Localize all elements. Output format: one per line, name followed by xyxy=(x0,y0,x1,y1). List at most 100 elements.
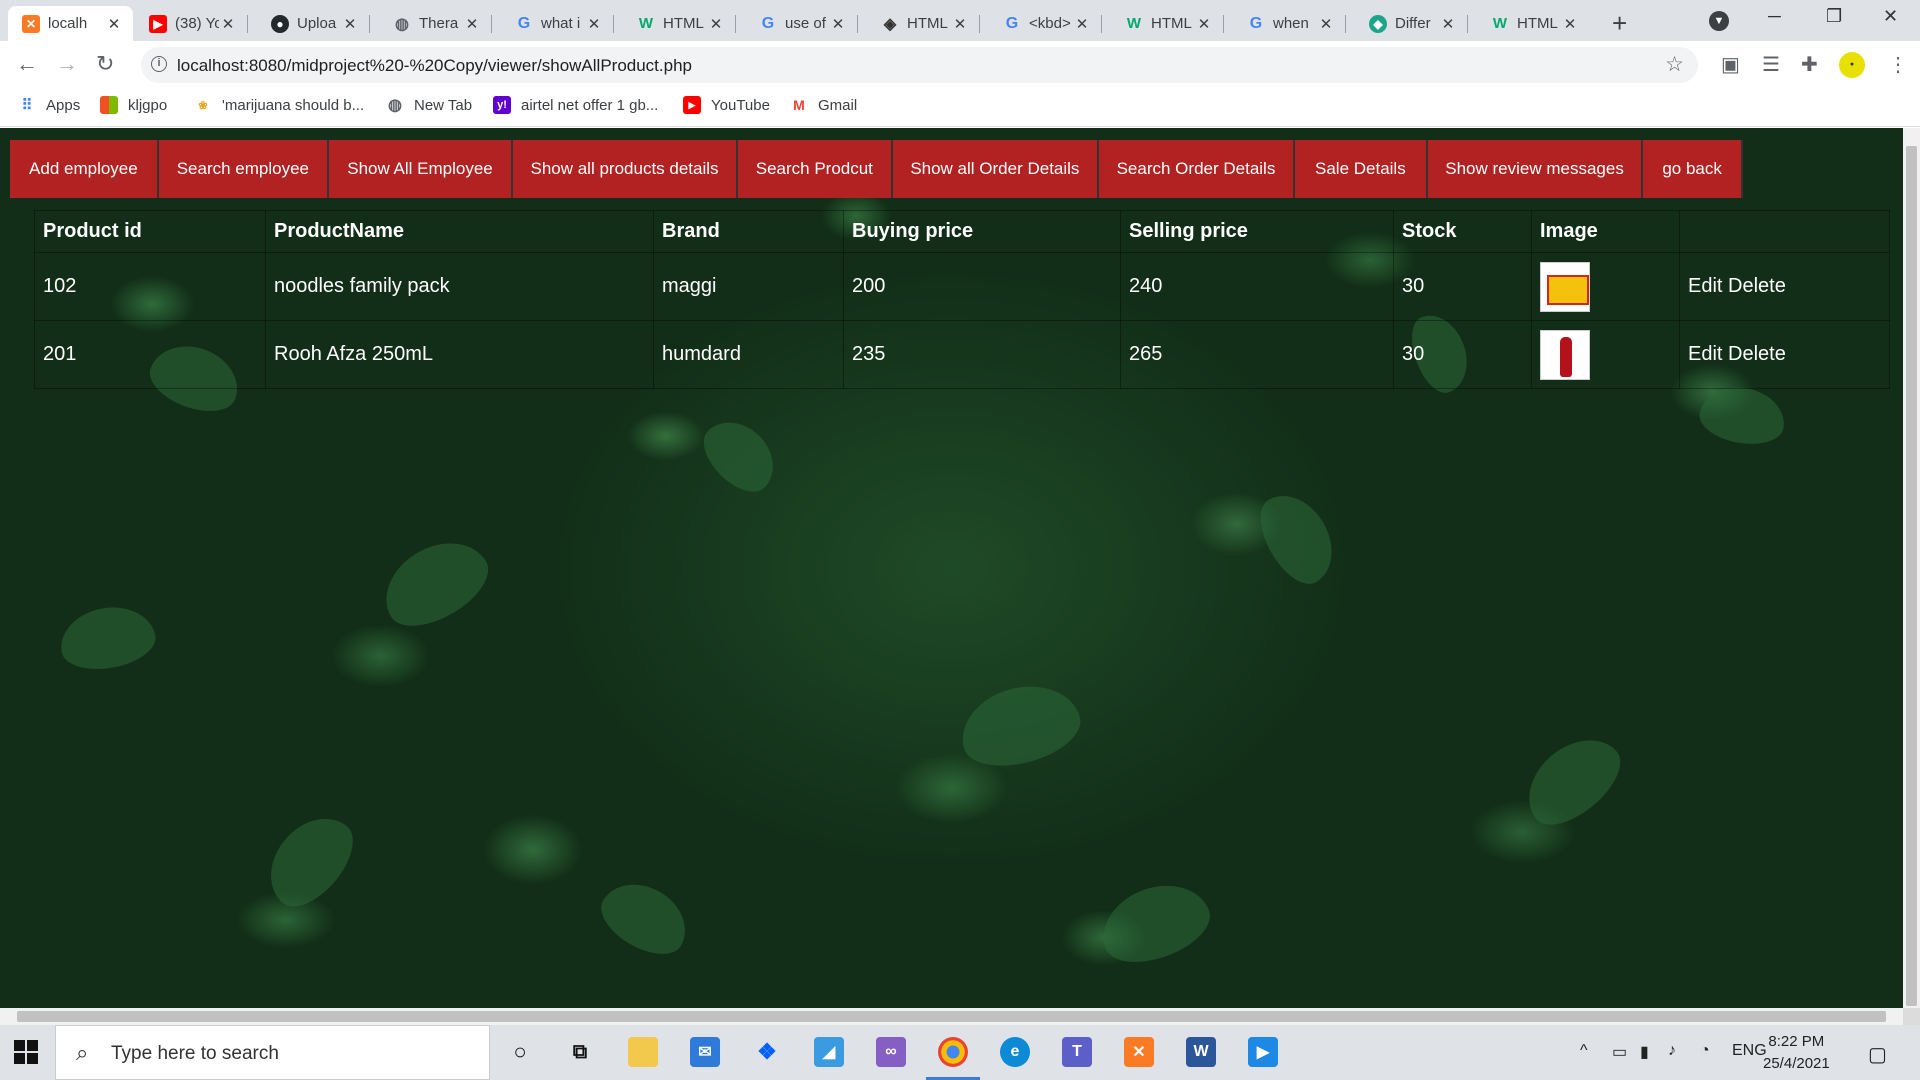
browser-tab[interactable]: ● Uploa ✕ xyxy=(257,6,370,41)
browser-tab[interactable]: W HTML ✕ xyxy=(623,6,736,41)
nav-search-order-details[interactable]: Search Order Details xyxy=(1099,140,1295,198)
window-close-icon[interactable]: ✕ xyxy=(1883,6,1898,27)
chrome-icon[interactable] xyxy=(938,1037,968,1067)
close-icon[interactable]: ✕ xyxy=(585,15,603,33)
close-icon[interactable]: ✕ xyxy=(105,15,123,33)
close-icon[interactable]: ✕ xyxy=(219,15,237,33)
restore-icon[interactable]: ❐ xyxy=(1826,6,1842,27)
globe-icon: ◍ xyxy=(388,97,402,114)
browser-tab[interactable]: ✕ localh ✕ xyxy=(8,6,133,41)
browser-tab[interactable]: G when ✕ xyxy=(1233,6,1346,41)
browser-tab[interactable]: ◍ Thera ✕ xyxy=(379,6,492,41)
bookmark-star-icon[interactable]: ☆ xyxy=(1665,52,1684,77)
close-icon[interactable]: ✕ xyxy=(951,15,969,33)
file-explorer-icon[interactable] xyxy=(628,1037,658,1067)
extension-f-icon[interactable]: ▣ xyxy=(1721,52,1740,77)
google-icon: G xyxy=(1249,14,1263,32)
bookmark-item[interactable]: ▶ YouTube xyxy=(683,96,770,114)
browser-tab[interactable]: W HTML ✕ xyxy=(1477,6,1589,41)
close-icon[interactable]: ✕ xyxy=(829,15,847,33)
back-arrow-icon[interactable]: ← xyxy=(16,51,38,77)
vertical-scrollbar[interactable] xyxy=(1903,128,1920,1008)
browser-tab[interactable]: G <kbd> ✕ xyxy=(989,6,1102,41)
media-player-icon[interactable]: ▶ xyxy=(1248,1037,1278,1067)
profile-avatar[interactable]: ● xyxy=(1839,52,1865,78)
extension-stack-icon[interactable]: ☰ xyxy=(1762,52,1780,77)
browser-tab[interactable]: ◈ HTML ✕ xyxy=(867,6,980,41)
site-info-icon[interactable]: i xyxy=(151,56,167,72)
forward-arrow-icon[interactable]: → xyxy=(56,51,78,77)
extensions-puzzle-icon[interactable]: ✚ xyxy=(1801,52,1818,77)
close-icon[interactable]: ✕ xyxy=(341,15,359,33)
windows-taskbar: ⌕ Type here to search ○ ⧉ ✉ ❖ ◢ ∞ e T ✕ … xyxy=(0,1025,1920,1080)
shield-icon: ◆ xyxy=(1369,14,1387,33)
edge-icon[interactable]: e xyxy=(1000,1037,1030,1067)
close-icon[interactable]: ✕ xyxy=(1317,15,1335,33)
nav-show-all-products[interactable]: Show all products details xyxy=(512,140,739,198)
nav-show-all-employee[interactable]: Show All Employee xyxy=(329,140,513,198)
address-bar[interactable]: i localhost:8080/midproject%20-%20Copy/v… xyxy=(141,47,1698,83)
bookmark-item[interactable]: ◍ New Tab xyxy=(386,96,472,115)
horizontal-scrollbar[interactable] xyxy=(0,1008,1903,1025)
browser-tab[interactable]: W HTML ✕ xyxy=(1111,6,1224,41)
browser-tab[interactable]: G use of ✕ xyxy=(745,6,858,41)
bookmark-item[interactable]: y! airtel net offer 1 gb... xyxy=(493,96,658,114)
bookmarks-bar: ⠿ Apps kljgpo ❀ 'marijuana should b... ◍… xyxy=(0,89,1920,127)
task-view-icon[interactable]: ⧉ xyxy=(565,1037,595,1067)
close-icon[interactable]: ✕ xyxy=(1439,15,1457,33)
mail-icon[interactable]: ✉ xyxy=(690,1037,720,1067)
close-icon[interactable]: ✕ xyxy=(707,15,725,33)
google-icon: G xyxy=(517,14,531,32)
close-icon[interactable]: ✕ xyxy=(463,15,481,33)
cell-brand: maggi xyxy=(653,252,844,321)
wifi-icon[interactable]: ◔ xyxy=(1700,1042,1710,1060)
volume-icon[interactable]: ♪ xyxy=(1668,1042,1676,1060)
clock[interactable]: 8:22 PM 25/4/2021 xyxy=(1763,1031,1830,1075)
browser-tab[interactable]: ▶ (38) Yo ✕ xyxy=(135,6,248,41)
cell-actions[interactable]: Edit Delete xyxy=(1679,320,1890,389)
nav-search-employee[interactable]: Search employee xyxy=(158,140,330,198)
close-icon[interactable]: ✕ xyxy=(1561,15,1579,33)
browser-menu-icon[interactable]: ⋮ xyxy=(1888,52,1908,77)
chevron-up-icon[interactable]: ^ xyxy=(1580,1042,1588,1060)
cell-product-name: noodles family pack xyxy=(265,252,654,321)
url-text[interactable]: localhost:8080/midproject%20-%20Copy/vie… xyxy=(177,56,692,76)
reload-icon[interactable]: ↻ xyxy=(96,51,114,77)
word-icon[interactable]: W xyxy=(1186,1037,1216,1067)
teams-icon[interactable]: T xyxy=(1062,1037,1092,1067)
browser-tab[interactable]: G what i ✕ xyxy=(501,6,614,41)
google-icon: G xyxy=(1005,14,1019,32)
nav-show-review-messages[interactable]: Show review messages xyxy=(1427,140,1644,198)
close-icon[interactable]: ✕ xyxy=(1195,15,1213,33)
new-tab-plus-icon[interactable]: + xyxy=(1612,8,1627,39)
bookmark-apps[interactable]: ⠿ Apps xyxy=(18,96,81,115)
dropbox-icon[interactable]: ❖ xyxy=(752,1037,782,1067)
app-icon[interactable]: ◢ xyxy=(814,1037,844,1067)
device-icon[interactable]: ▭ xyxy=(1612,1042,1627,1062)
nav-add-employee[interactable]: Add employee xyxy=(10,140,159,198)
minimize-icon[interactable]: ─ xyxy=(1768,6,1781,27)
language-indicator[interactable]: ENG xyxy=(1732,1042,1767,1060)
visual-studio-icon[interactable]: ∞ xyxy=(876,1037,906,1067)
taskbar-search-box[interactable]: ⌕ Type here to search xyxy=(55,1025,490,1080)
nav-show-all-orders[interactable]: Show all Order Details xyxy=(892,140,1100,198)
close-icon[interactable]: ✕ xyxy=(1073,15,1091,33)
windows-start-icon[interactable] xyxy=(14,1040,38,1064)
cell-actions[interactable]: Edit Delete xyxy=(1679,252,1890,321)
battery-icon[interactable]: ▮ xyxy=(1640,1042,1649,1062)
scrollbar-thumb[interactable] xyxy=(17,1011,1886,1022)
column-header xyxy=(1679,210,1890,253)
browser-tab[interactable]: ◆ Differ ✕ xyxy=(1355,6,1468,41)
scrollbar-thumb[interactable] xyxy=(1906,146,1917,1006)
cortana-icon[interactable]: ○ xyxy=(505,1037,535,1067)
bookmark-item[interactable]: M Gmail xyxy=(790,96,857,114)
nav-go-back[interactable]: go back xyxy=(1643,140,1743,198)
column-header: Image xyxy=(1531,210,1680,253)
bookmark-item[interactable]: kljgpo xyxy=(100,96,167,114)
notifications-icon[interactable]: ▢ xyxy=(1868,1042,1887,1067)
nav-search-product[interactable]: Search Prodcut xyxy=(738,140,893,198)
nav-sale-details[interactable]: Sale Details xyxy=(1294,140,1428,198)
bookmark-item[interactable]: ❀ 'marijuana should b... xyxy=(194,96,364,114)
xampp-icon[interactable]: ✕ xyxy=(1124,1037,1154,1067)
tab-search-icon[interactable]: ▼ xyxy=(1709,11,1729,31)
